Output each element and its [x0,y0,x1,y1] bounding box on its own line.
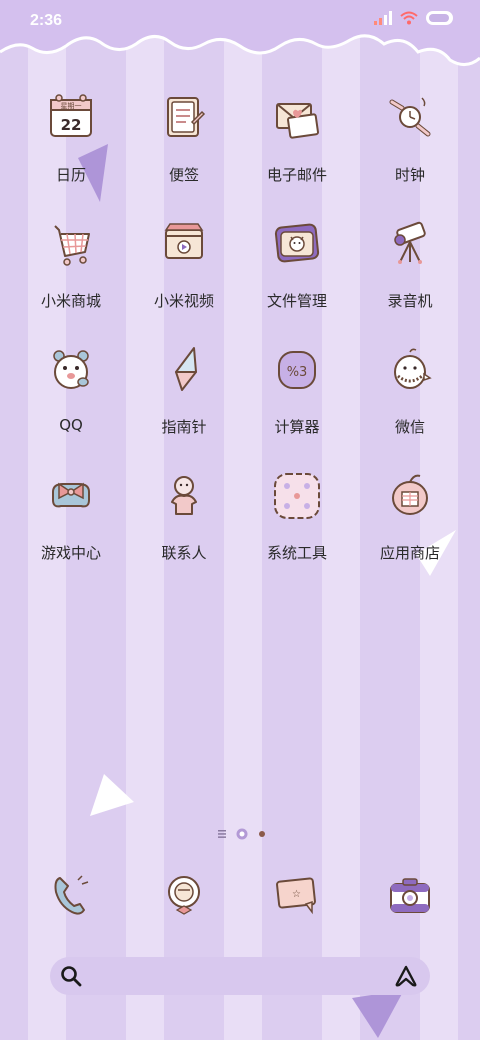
page-indicator-dot-active [259,831,265,837]
app-label: 小米视频 [153,292,214,310]
app-clock[interactable]: 时钟 [355,88,465,198]
app-contacts[interactable]: 联系人 [129,466,239,576]
svg-text:星期一: 星期一 [61,102,82,110]
search-icon[interactable] [60,965,82,987]
app-label: 联系人 [161,544,207,562]
page-indicator[interactable] [218,828,266,840]
compass-icon [175,347,197,391]
app-store-icon [392,474,428,515]
battery-icon [426,11,453,25]
search-bar[interactable] [50,957,430,995]
wechat-icon [394,348,432,389]
app-label: 录音机 [387,292,433,310]
app-label: 计算器 [274,418,320,436]
file-manager-icon [274,223,320,263]
svg-text:☆: ☆ [292,889,301,900]
video-icon [164,223,204,259]
wifi-icon [400,11,418,25]
app-recorder[interactable]: 录音机 [355,214,465,324]
calculator-icon: %3 [278,351,316,389]
recorder-icon [394,221,426,264]
app-file-manager[interactable]: 文件管理 [242,214,352,324]
app-email[interactable]: 电子邮件 [242,88,352,198]
clock-icon [389,97,431,137]
app-label: 微信 [394,418,425,436]
qq-icon [53,350,89,389]
camera-icon[interactable] [385,870,435,920]
app-label: 小米商城 [40,292,101,310]
app-system-tools[interactable]: 系统工具 [242,466,352,576]
page-indicator-list-icon [218,830,226,838]
app-label: 便签 [168,166,199,184]
app-app-store[interactable]: 应用商店 [355,466,465,576]
app-label: QQ [59,416,83,434]
contacts-icon [171,476,197,515]
app-label: 游戏中心 [40,544,101,562]
app-label: 时钟 [394,166,425,184]
app-label: 指南针 [161,418,207,436]
svg-text:%3: %3 [287,365,308,380]
app-label: 文件管理 [266,292,327,310]
app-game-center[interactable]: 游戏中心 [16,466,126,576]
browser-icon[interactable] [159,870,209,920]
email-icon [276,103,319,139]
app-wechat[interactable]: 微信 [355,340,465,450]
system-tools-icon [274,473,320,519]
app-mi-store[interactable]: 小米商城 [16,214,126,324]
deco-triangle [352,990,404,1038]
notes-icon [167,97,206,137]
status-icons [374,11,454,25]
page-indicator-dot [236,828,248,840]
app-mi-video[interactable]: 小米视频 [129,214,239,324]
signal-icon [374,11,392,25]
calendar-icon: 星期一 22 [50,94,92,137]
app-calendar[interactable]: 星期一 22 日历 [16,88,126,198]
phone-icon[interactable] [46,870,96,920]
app-compass[interactable]: 指南针 [129,340,239,450]
dock: ☆ [0,868,480,928]
assistant-icon[interactable] [394,965,418,987]
shopping-cart-icon [54,225,90,266]
app-label: 日历 [55,166,86,184]
status-time: 2:36 [30,12,63,29]
app-label: 应用商店 [379,544,440,562]
app-notes[interactable]: 便签 [129,88,239,198]
svg-text:22: 22 [61,116,82,134]
app-qq[interactable]: QQ [16,340,126,450]
app-label: 电子邮件 [266,166,327,184]
deco-triangle [90,774,134,816]
game-center-icon [52,482,90,508]
app-label: 系统工具 [266,544,327,562]
status-bar: 2:36 [0,0,480,42]
app-calculator[interactable]: %3 计算器 [242,340,352,450]
messages-icon[interactable]: ☆ [272,870,322,920]
